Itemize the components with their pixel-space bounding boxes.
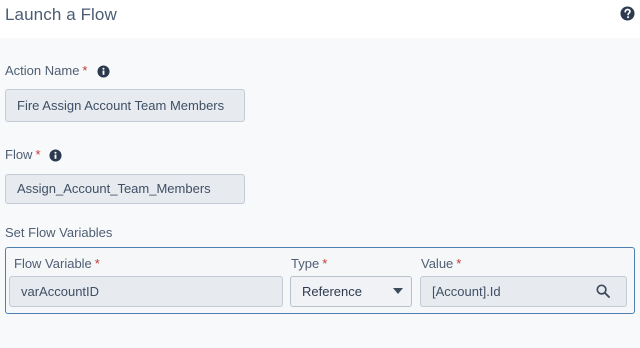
column-header-value: Value *	[421, 256, 461, 271]
action-name-label-text: Action Name	[5, 63, 80, 78]
set-flow-variables-label: Set Flow Variables	[5, 225, 113, 240]
column-header-type-text: Type	[291, 256, 320, 271]
action-name-field[interactable]: Fire Assign Account Team Members	[5, 89, 245, 122]
header-bar: Launch a Flow	[0, 0, 640, 38]
column-header-value-text: Value	[421, 256, 454, 271]
value-field[interactable]: [Account].Id	[420, 276, 627, 307]
required-marker: *	[82, 63, 88, 78]
chevron-down-icon	[393, 288, 403, 294]
search-icon[interactable]	[596, 284, 610, 298]
info-icon[interactable]	[49, 149, 62, 162]
value-field-text: [Account].Id	[432, 284, 501, 299]
flow-label: Flow *	[5, 147, 41, 162]
info-icon[interactable]	[97, 65, 110, 78]
required-marker: *	[35, 147, 41, 162]
action-name-label: Action Name *	[5, 63, 87, 78]
required-marker: *	[94, 256, 100, 271]
required-marker: *	[322, 256, 328, 271]
column-header-flow-variable: Flow Variable *	[14, 256, 100, 271]
type-select-value: Reference	[302, 284, 362, 299]
column-header-type: Type *	[291, 256, 327, 271]
flow-variables-panel: Flow Variable * Type * Value * varAccountID…	[5, 247, 635, 314]
page-title: Launch a Flow	[5, 5, 117, 24]
type-select[interactable]: Reference	[290, 276, 412, 307]
column-header-flow-variable-text: Flow Variable	[14, 256, 92, 271]
flow-variable-field[interactable]: varAccountID	[9, 276, 283, 307]
flow-label-text: Flow	[5, 147, 33, 162]
required-marker: *	[456, 256, 462, 271]
flow-field[interactable]: Assign_Account_Team_Members	[5, 174, 245, 204]
question-circle-icon[interactable]	[620, 6, 635, 21]
